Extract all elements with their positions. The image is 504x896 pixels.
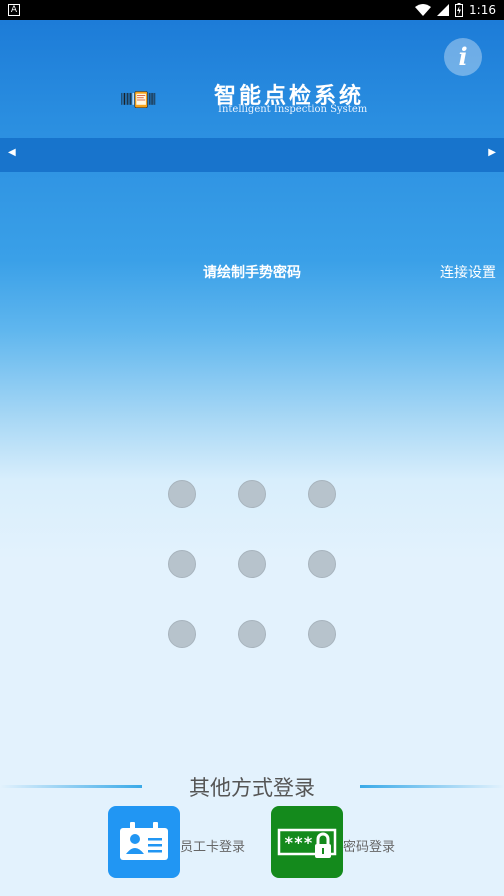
battery-charging-icon [455,3,464,17]
password-login-label[interactable]: 密码登录 [343,836,395,855]
other-methods-title: 其他方式登录 [189,776,315,800]
employee-card-login-option[interactable]: 员工卡登录 [108,806,258,878]
info-button[interactable]: i [444,38,482,76]
wifi-icon [415,4,432,16]
pattern-dot[interactable] [168,620,196,648]
pattern-dot[interactable] [238,480,266,508]
pattern-dot[interactable] [238,620,266,648]
chevron-left-icon[interactable]: ◀ [8,147,16,158]
banner-strip: ◀ ▶ [0,138,504,172]
pattern-dot[interactable] [308,480,336,508]
pattern-dot[interactable] [308,550,336,578]
pattern-dot[interactable] [308,620,336,648]
barcode-phone-logo-icon [121,91,156,109]
password-lock-icon: *** [277,828,337,858]
employee-card-icon [120,822,168,860]
svg-text:***: *** [284,833,313,852]
status-icons: 1:16 [415,2,496,18]
status-bar: A 1:16 [0,0,504,20]
pattern-dot[interactable] [168,480,196,508]
employee-card-button[interactable] [108,806,180,878]
chevron-right-icon[interactable]: ▶ [488,147,496,158]
gesture-prompt: 请绘制手势密码 [203,265,301,281]
notification-a-icon: A [8,4,20,16]
pattern-dot[interactable] [238,550,266,578]
connection-settings-link[interactable]: 连接设置 [440,262,496,282]
employee-card-login-label[interactable]: 员工卡登录 [180,836,245,855]
password-login-option[interactable]: *** 密码登录 [271,806,411,878]
password-login-button[interactable]: *** [271,806,343,878]
status-time: 1:16 [469,3,496,17]
pattern-dot[interactable] [168,550,196,578]
signal-icon [437,4,450,16]
app-subtitle: Intelligent Inspection System [218,104,368,115]
